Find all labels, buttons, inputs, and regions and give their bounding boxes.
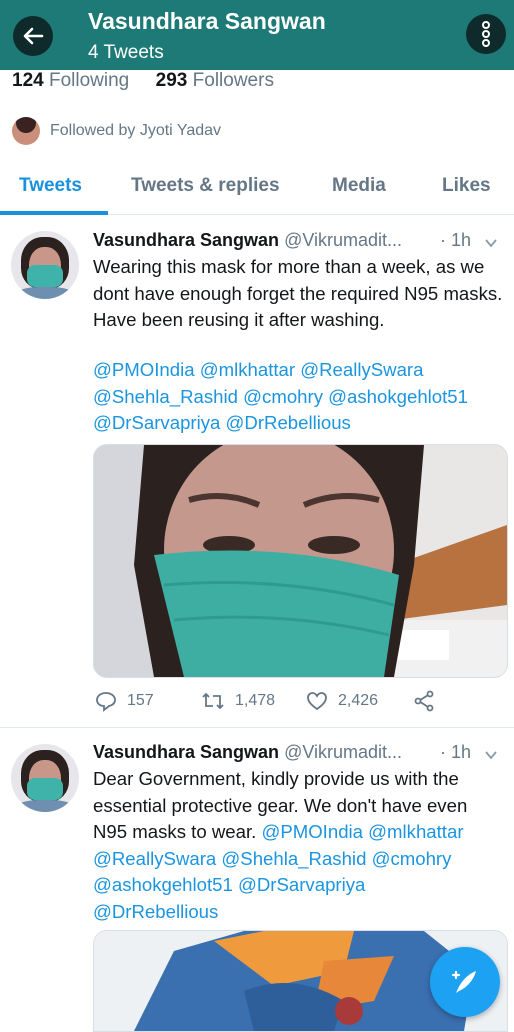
active-tab-indicator bbox=[0, 211, 108, 215]
tweet-text: Dear Government, kindly provide us with … bbox=[93, 766, 509, 925]
tab-likes[interactable]: Likes bbox=[442, 175, 491, 197]
tweet-divider bbox=[0, 727, 514, 728]
reply-button[interactable]: 157 bbox=[95, 690, 154, 712]
tweet-author-handle[interactable]: @Vikrumadit... bbox=[284, 742, 402, 762]
like-count: 2,426 bbox=[338, 692, 379, 709]
back-arrow-icon bbox=[23, 27, 44, 45]
share-button[interactable] bbox=[413, 690, 445, 712]
more-vertical-icon bbox=[482, 21, 490, 47]
back-button[interactable] bbox=[13, 16, 53, 56]
tweet-header: Vasundhara Sangwan @Vikrumadit... bbox=[93, 742, 402, 763]
mention-line[interactable]: @PMOIndia @mlkhattar @ReallySwara bbox=[93, 357, 509, 384]
mention-line[interactable]: @DrSarvapriya @DrRebellious bbox=[93, 410, 509, 437]
tweet-author-name[interactable]: Vasundhara Sangwan bbox=[93, 230, 279, 250]
mention-line[interactable]: @PMOIndia @mlkhattar bbox=[261, 821, 463, 842]
reply-icon bbox=[96, 692, 116, 712]
retweet-icon bbox=[202, 692, 224, 710]
tab-tweets[interactable]: Tweets bbox=[19, 175, 82, 197]
tweet-text: Wearing this mask for more than a week, … bbox=[93, 256, 503, 330]
retweet-button[interactable]: 1,478 bbox=[201, 690, 275, 712]
chevron-down-icon[interactable] bbox=[484, 236, 498, 250]
tab-media[interactable]: Media bbox=[332, 175, 386, 197]
tweet-mentions: @PMOIndia @mlkhattar @ReallySwara @Shehl… bbox=[93, 357, 509, 437]
tweet-actions: 157 1,478 2,426 bbox=[93, 690, 513, 716]
followed-by[interactable]: Followed by Jyoti Yadav bbox=[12, 116, 221, 146]
mention-line[interactable]: @DrRebellious bbox=[93, 899, 509, 926]
mention-line[interactable]: @Shehla_Rashid @cmohry @ashokgehlot51 bbox=[93, 384, 509, 411]
tweet-time: · 1h bbox=[440, 230, 472, 250]
tweet-count: 4 Tweets bbox=[88, 42, 164, 63]
heart-icon bbox=[307, 692, 327, 711]
mention-line[interactable]: @ashokgehlot51 @DrSarvapriya bbox=[93, 872, 509, 899]
tweet-author-name[interactable]: Vasundhara Sangwan bbox=[93, 742, 279, 762]
follow-stats: 124 Following 293 Followers bbox=[12, 70, 274, 92]
share-icon bbox=[414, 690, 434, 712]
following-link[interactable]: 124 Following bbox=[12, 70, 129, 91]
profile-tabs: Tweets Tweets & replies Media Likes bbox=[0, 162, 514, 215]
follower-avatar bbox=[12, 117, 40, 145]
tweet-author-handle[interactable]: @Vikrumadit... bbox=[284, 230, 402, 250]
followers-link[interactable]: 293 Followers bbox=[156, 70, 274, 91]
profile-header-bar: Vasundhara Sangwan 4 Tweets bbox=[0, 0, 514, 70]
reply-count: 157 bbox=[127, 692, 154, 709]
chevron-down-icon[interactable] bbox=[484, 748, 498, 762]
profile-name: Vasundhara Sangwan bbox=[88, 8, 326, 34]
overflow-menu-button[interactable] bbox=[466, 14, 506, 54]
retweet-count: 1,478 bbox=[235, 692, 276, 709]
like-button[interactable]: 2,426 bbox=[306, 690, 378, 712]
avatar[interactable] bbox=[11, 231, 79, 299]
selfie-image bbox=[94, 445, 507, 677]
followed-by-text: Followed by Jyoti Yadav bbox=[50, 122, 222, 139]
mention-line[interactable]: @ReallySwara @Shehla_Rashid @cmohry bbox=[93, 846, 509, 873]
compose-feather-icon bbox=[451, 970, 476, 993]
tweet-header: Vasundhara Sangwan @Vikrumadit... bbox=[93, 230, 402, 251]
tab-tweets-replies[interactable]: Tweets & replies bbox=[131, 175, 280, 197]
compose-tweet-button[interactable] bbox=[430, 947, 500, 1017]
tweet-photo[interactable] bbox=[93, 444, 508, 678]
avatar[interactable] bbox=[11, 744, 79, 812]
tweet-time: · 1h bbox=[440, 742, 472, 762]
